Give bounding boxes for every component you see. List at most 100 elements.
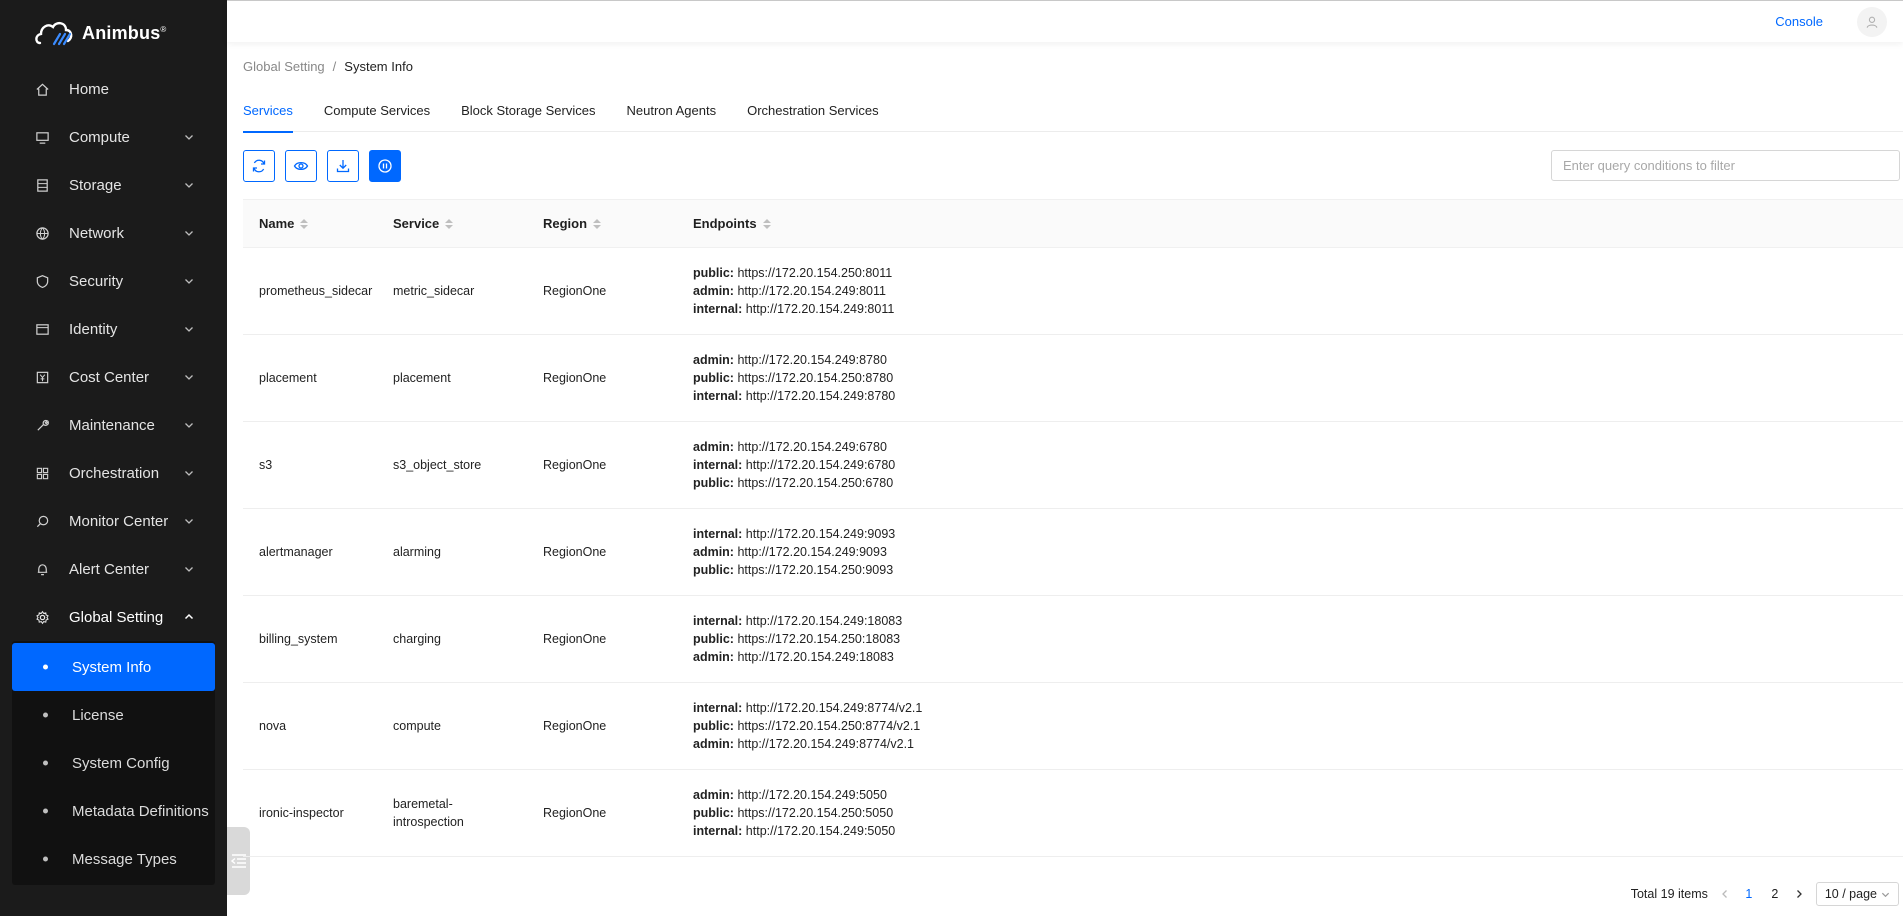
column-header-region[interactable]: Region (543, 216, 693, 231)
sidebar-subitem-message-types[interactable]: Message Types (12, 835, 215, 883)
bullet-icon (43, 856, 48, 862)
cell-name: ironic-inspector (259, 806, 344, 820)
sidebar-item-label: Storage (69, 176, 122, 194)
tab-compute-services[interactable]: Compute Services (324, 98, 430, 132)
eye-icon (293, 161, 309, 171)
sidebar-item-label: Global Setting (69, 608, 164, 626)
sidebar-item-monitor-center[interactable]: Monitor Center (0, 497, 227, 545)
page-1-button[interactable]: 1 (1742, 887, 1756, 901)
id-card-icon (34, 321, 50, 337)
sidebar-subitem-system-config[interactable]: System Config (12, 739, 215, 787)
chevron-down-icon (183, 275, 195, 287)
download-icon (336, 160, 350, 173)
gear-icon (34, 609, 50, 625)
total-items-label: Total 19 items (1630, 887, 1708, 901)
sidebar-item-identity[interactable]: Identity (0, 305, 227, 353)
sidebar-item-label: Identity (69, 320, 118, 338)
filter-input[interactable] (1551, 150, 1900, 181)
cell-service: alarming (393, 545, 441, 559)
auto-refresh-pause-button[interactable] (369, 150, 401, 182)
global-setting-submenu: System Info License System Config Metada… (12, 641, 215, 885)
cell-name: nova (259, 719, 287, 733)
tab-orchestration-services[interactable]: Orchestration Services (747, 98, 879, 132)
cell-region: RegionOne (543, 632, 607, 646)
sidebar-item-maintenance[interactable]: Maintenance (0, 401, 227, 449)
sidebar-subitem-label: System Config (72, 754, 170, 772)
chevron-down-icon (183, 371, 195, 383)
chevron-down-icon (183, 419, 195, 431)
chevron-left-icon (1721, 890, 1727, 898)
column-header-service[interactable]: Service (393, 216, 543, 231)
sidebar-item-alert-center[interactable]: Alert Center (0, 545, 227, 593)
avatar[interactable] (1857, 7, 1887, 37)
column-header-name[interactable]: Name (243, 216, 393, 231)
sidebar-item-home[interactable]: Home (0, 65, 227, 113)
breadcrumb-current: System Info (344, 59, 413, 74)
table-row: billing_system charging RegionOne intern… (243, 596, 1903, 683)
cell-region: RegionOne (543, 458, 607, 472)
sidebar-subitem-label: System Info (72, 658, 152, 676)
cell-service: charging (393, 632, 441, 646)
tab-block-storage-services[interactable]: Block Storage Services (461, 98, 595, 132)
sort-icon (300, 218, 309, 229)
breadcrumb-parent[interactable]: Global Setting (243, 59, 325, 74)
sidebar-item-label: Monitor Center (69, 512, 169, 530)
sidebar-subitem-label: Message Types (72, 850, 177, 868)
table-row: ironic-inspector baremetal- introspectio… (243, 770, 1903, 857)
cell-service: metric_sidecar (393, 284, 475, 298)
sidebar-item-orchestration[interactable]: Orchestration (0, 449, 227, 497)
download-button[interactable] (327, 150, 359, 182)
table-header: Name Service Region Endpoints (243, 200, 1903, 248)
monitor-icon (34, 129, 50, 145)
cell-service: placement (393, 371, 451, 385)
services-table: Name Service Region Endpoints prometheus… (243, 199, 1903, 857)
cell-name: prometheus_sidecar (259, 284, 373, 298)
sidebar-item-cost-center[interactable]: Cost Center (0, 353, 227, 401)
shield-icon (34, 273, 50, 289)
home-icon (34, 81, 50, 97)
sidebar-item-security[interactable]: Security (0, 257, 227, 305)
chevron-up-icon (183, 611, 195, 623)
chevron-down-icon (183, 323, 195, 335)
refresh-button[interactable] (243, 150, 275, 182)
cell-name: s3 (259, 458, 273, 472)
table-row: prometheus_sidecar metric_sidecar Region… (243, 248, 1903, 335)
top-header: Console (227, 0, 1903, 42)
wrench-icon (34, 417, 50, 433)
sidebar: Animbus® Home Compute Storage Network Se… (0, 0, 227, 916)
page-2-button[interactable]: 2 (1768, 887, 1782, 901)
page-size-select[interactable]: 10 / page (1815, 882, 1899, 906)
sidebar-item-global-setting[interactable]: Global Setting (0, 593, 227, 641)
sidebar-subitem-system-info[interactable]: System Info (12, 643, 215, 691)
sidebar-item-storage[interactable]: Storage (0, 161, 227, 209)
chevron-down-icon (183, 179, 195, 191)
bullet-icon (43, 664, 48, 670)
sidebar-item-label: Home (69, 80, 110, 98)
cell-endpoints: admin: http://172.20.154.249:8780 public… (693, 353, 896, 403)
tab-neutron-agents[interactable]: Neutron Agents (626, 98, 716, 132)
tab-bar: Services Compute Services Block Storage … (243, 98, 1903, 133)
bell-icon (34, 561, 50, 577)
prev-page-button[interactable] (1720, 886, 1730, 902)
brand-logo[interactable]: Animbus® (34, 18, 167, 48)
table-row: s3 s3_object_store RegionOne admin: http… (243, 422, 1903, 509)
tab-services[interactable]: Services (243, 98, 293, 133)
next-page-button[interactable] (1794, 886, 1804, 902)
sidebar-item-network[interactable]: Network (0, 209, 227, 257)
table-row: nova compute RegionOne internal: http://… (243, 683, 1903, 770)
column-header-endpoints[interactable]: Endpoints (693, 216, 1903, 231)
globe-icon (34, 225, 50, 241)
chevron-down-icon (183, 131, 195, 143)
search-icon (34, 513, 50, 529)
cell-service: compute (393, 719, 441, 733)
cell-region: RegionOne (543, 284, 607, 298)
sidebar-subitem-metadata-definitions[interactable]: Metadata Definitions (12, 787, 215, 835)
sidebar-subitem-license[interactable]: License (12, 691, 215, 739)
view-columns-button[interactable] (285, 150, 317, 182)
table-row: placement placement RegionOne admin: htt… (243, 335, 1903, 422)
sidebar-item-compute[interactable]: Compute (0, 113, 227, 161)
cell-endpoints: admin: http://172.20.154.249:6780 intern… (693, 440, 896, 490)
cloud-logo-icon (35, 22, 73, 46)
cell-name: alertmanager (259, 545, 333, 559)
console-link[interactable]: Console (1775, 14, 1823, 29)
